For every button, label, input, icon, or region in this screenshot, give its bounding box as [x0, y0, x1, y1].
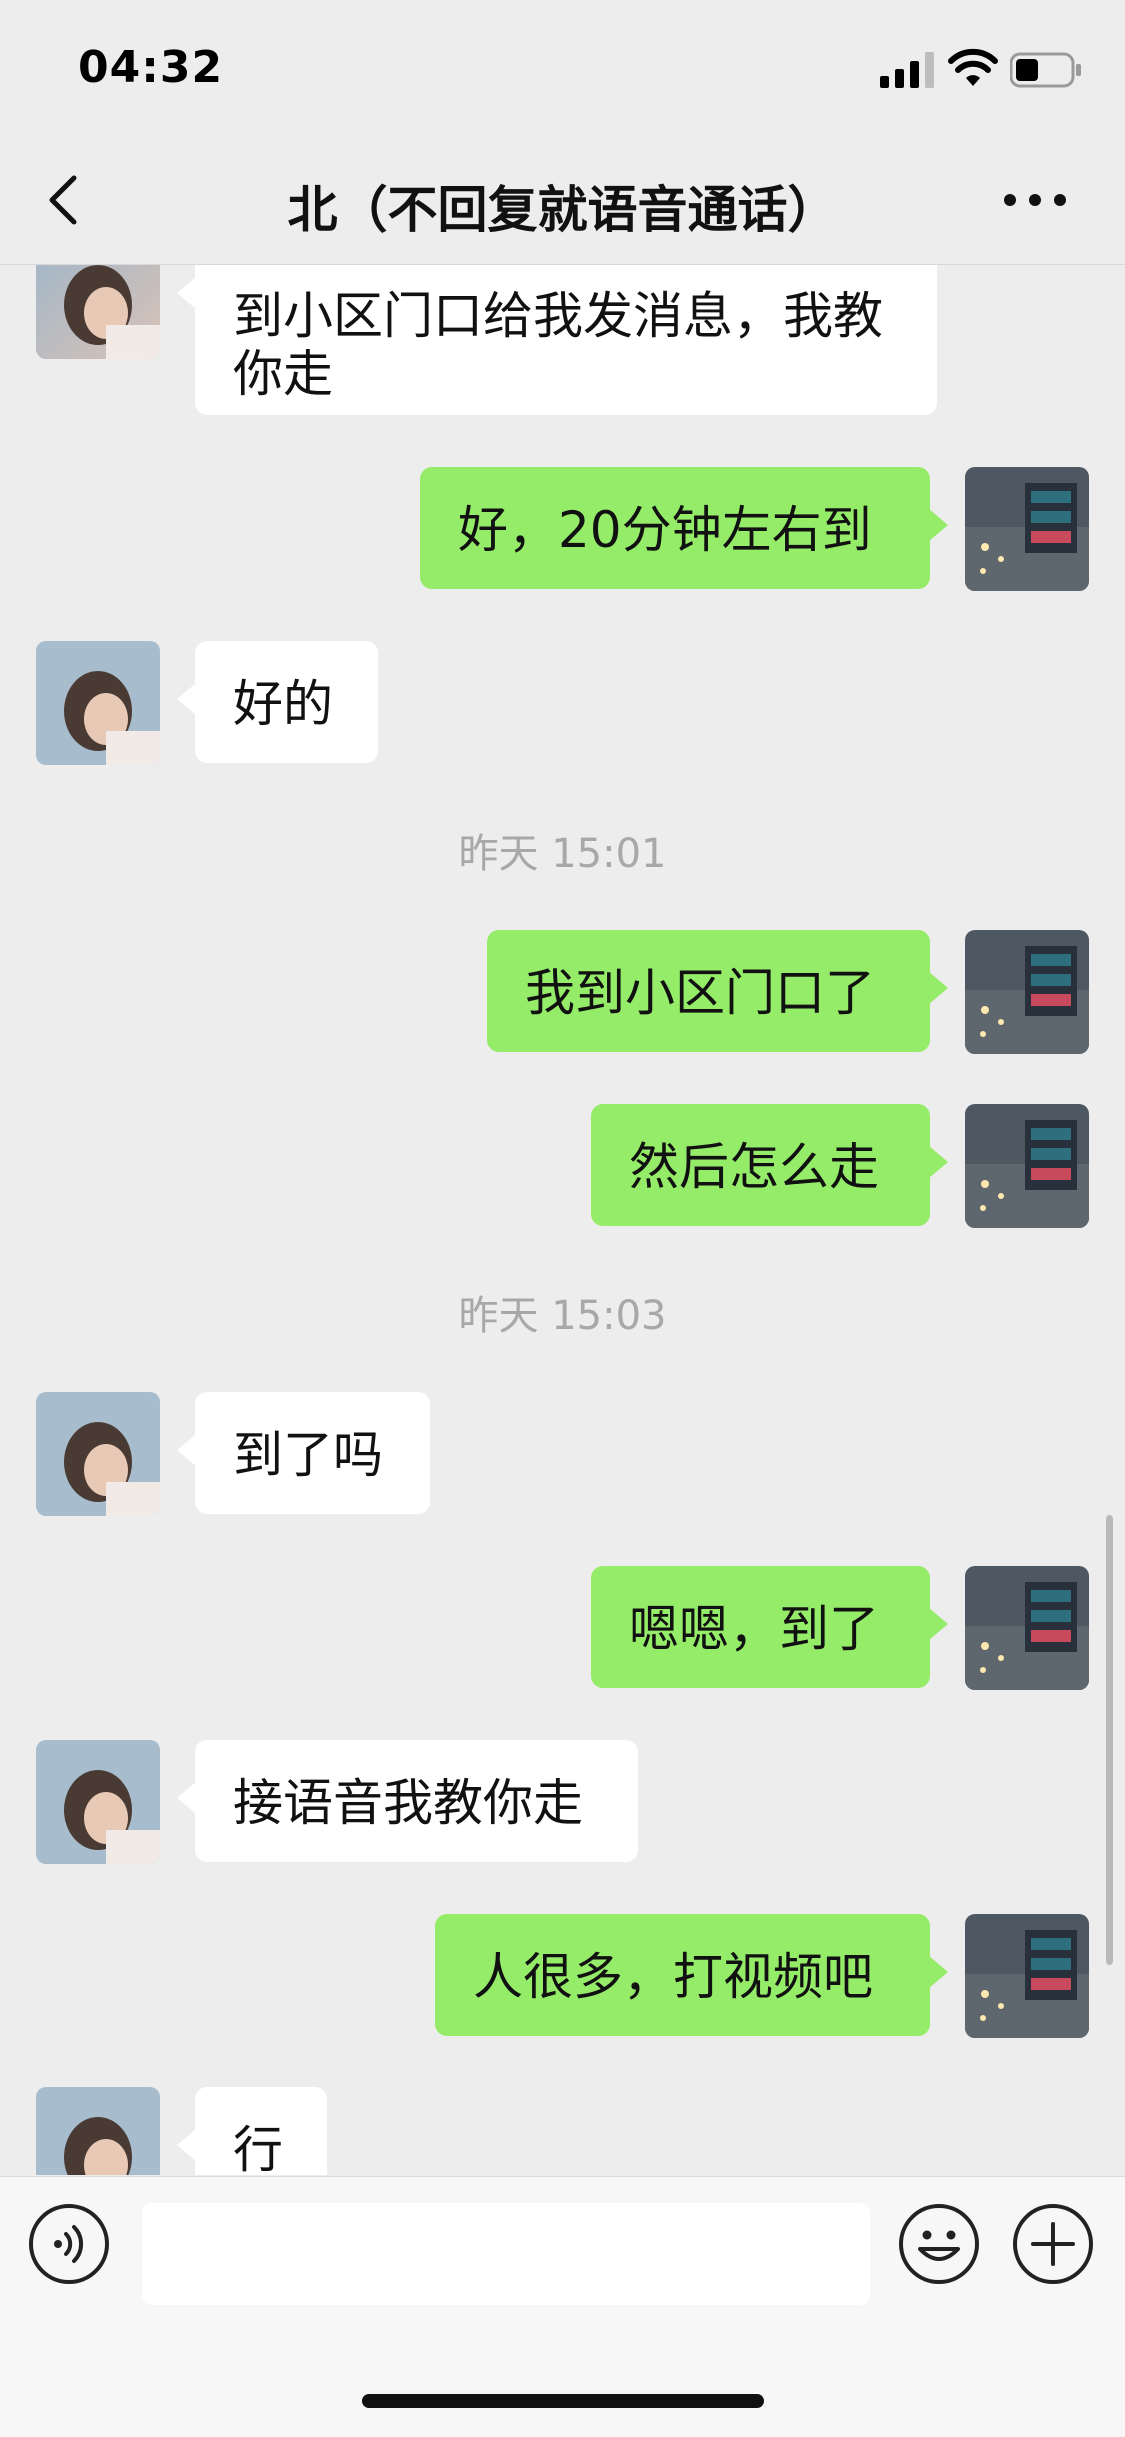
my-avatar[interactable] — [965, 1566, 1089, 1690]
message-bubble-received[interactable]: 行 — [177, 2087, 327, 2175]
status-bar: 04:32 — [0, 0, 1125, 140]
voice-icon[interactable] — [28, 2203, 110, 2285]
nav-bar: 北（不回复就语音通话） — [0, 140, 1125, 265]
message-text: 接语音我教你走 — [233, 1774, 583, 1832]
message-text: 行 — [233, 2121, 283, 2175]
message-timestamp: 昨天 15:03 — [458, 1293, 667, 1339]
message-text: 嗯嗯，到了 — [629, 1600, 879, 1658]
contact-avatar[interactable] — [36, 1392, 160, 1516]
contact-avatar[interactable] — [36, 641, 160, 765]
message-bubble-sent[interactable]: 我到小区门口了 — [487, 930, 948, 1052]
wifi-icon — [948, 48, 998, 86]
chat-scrollbar[interactable] — [1106, 1515, 1113, 1965]
chat-title: 北（不回复就语音通话） — [287, 181, 838, 239]
back-chevron-icon[interactable] — [40, 170, 90, 230]
my-avatar[interactable] — [965, 1914, 1089, 2038]
battery-icon — [1010, 52, 1081, 88]
my-avatar[interactable] — [965, 1104, 1089, 1228]
message-bubble-sent[interactable]: 好，20分钟左右到 — [420, 467, 948, 589]
chat-messages[interactable]: 到小区门口给我发消息，我教你走 好，20分钟左右到 好的 昨天 15:01 我到… — [0, 265, 1125, 2175]
contact-avatar[interactable] — [36, 2087, 160, 2175]
message-bubble-received[interactable]: 到小区门口给我发消息，我教你走 — [177, 265, 937, 415]
status-time: 04:32 — [78, 42, 224, 93]
message-bubble-received[interactable]: 到了吗 — [177, 1392, 430, 1514]
more-dots-icon[interactable] — [1000, 180, 1070, 220]
my-avatar[interactable] — [965, 467, 1089, 591]
message-timestamp: 昨天 15:01 — [458, 831, 667, 877]
plus-icon[interactable] — [1012, 2203, 1094, 2285]
contact-avatar[interactable] — [36, 265, 160, 359]
message-bubble-sent[interactable]: 嗯嗯，到了 — [591, 1566, 948, 1688]
message-bubble-sent[interactable]: 人很多，打视频吧 — [435, 1914, 948, 2036]
home-indicator[interactable] — [362, 2394, 764, 2408]
message-text: 好的 — [233, 675, 333, 733]
message-text: 到了吗 — [233, 1426, 383, 1484]
message-text: 到小区门口给我发消息，我教你走 — [233, 287, 883, 403]
message-input[interactable] — [142, 2203, 870, 2305]
message-text: 好，20分钟左右到 — [458, 501, 872, 559]
contact-avatar[interactable] — [36, 1740, 160, 1864]
message-text: 我到小区门口了 — [525, 964, 875, 1022]
emoji-icon[interactable] — [898, 2203, 980, 2285]
message-text: 然后怎么走 — [629, 1138, 879, 1196]
cellular-signal-icon — [880, 52, 934, 88]
message-bubble-sent[interactable]: 然后怎么走 — [591, 1104, 948, 1226]
my-avatar[interactable] — [965, 930, 1089, 1054]
message-bubble-received[interactable]: 接语音我教你走 — [177, 1740, 638, 1862]
message-text: 人很多，打视频吧 — [473, 1948, 873, 2006]
message-bubble-received[interactable]: 好的 — [177, 641, 378, 763]
